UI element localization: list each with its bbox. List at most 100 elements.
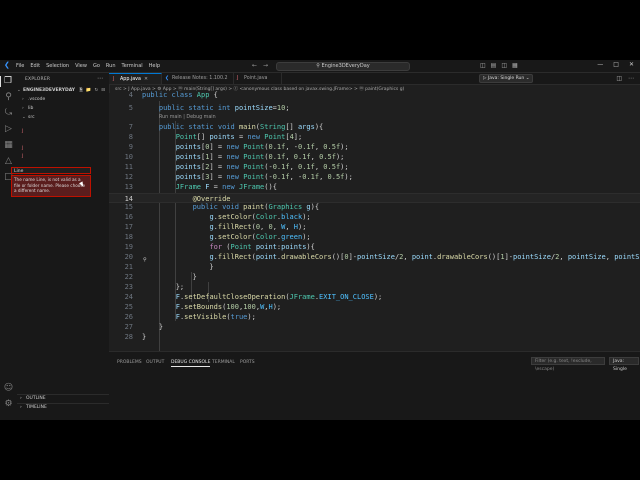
java-run-button[interactable]: ▷ Java: Single Run ⌄ [479, 74, 534, 83]
code-line: 27 } [124, 323, 164, 331]
debug-session-select[interactable]: Java: Single [609, 357, 639, 372]
editor-tabs: J App.java ✕ ❮ Release Notes: 1.100.2 J Poin… [109, 73, 640, 85]
tab-release-notes[interactable]: ❮ Release Notes: 1.100.2 [161, 73, 234, 84]
menu-go[interactable]: Go [93, 63, 100, 69]
extensions-icon[interactable]: ▦ [3, 140, 14, 151]
menu-terminal[interactable]: Terminal [122, 63, 143, 69]
vscode-file-icon: ❮ [165, 76, 170, 81]
source-control-icon[interactable]: ⤿ [3, 108, 14, 119]
code-editor[interactable]: 4 public class App { 5 public static int … [109, 91, 640, 351]
activity-bar: ❐ ⚲ ⤿ ▷ ▦ △ □ ☺ ⚙ [0, 73, 18, 420]
tree-item-src[interactable]: ⌄ src [17, 114, 114, 122]
run-debug-icon[interactable]: ▷ [3, 124, 14, 135]
tab-output[interactable]: OUTPUT [146, 360, 164, 365]
outline-label: OUTLINE [26, 396, 46, 401]
search-icon[interactable]: ⚲ [3, 92, 14, 103]
outline-section[interactable]: › OUTLINE [17, 394, 109, 403]
code-line: 16 g.setColor(Color.black); [124, 213, 311, 221]
code-line: 10 points[1] = new Point(0.1f, 0.1f, 0.5… [124, 153, 345, 161]
explorer-icon[interactable]: ❐ [0, 76, 15, 87]
title-bar: ❮ File Edit Selection View Go Run Termin… [0, 60, 640, 73]
code-line: 21 } [124, 263, 214, 271]
project-root[interactable]: ⌄ ENGINE3DEVERYDAY 🗎 📁 ↻ ⊟ [17, 87, 109, 95]
code-line: 9 points[0] = new Point(0.1f, -0.1f, 0.5… [128, 143, 349, 151]
rename-error-message: The name Line, is not valid as a file or… [11, 175, 91, 197]
tab-debug-console[interactable]: DEBUG CONSOLE [171, 360, 211, 367]
tab-label: Release Notes: 1.100.2 [172, 76, 228, 81]
more-actions-icon[interactable]: ⋯ [628, 75, 634, 82]
project-name: ENGINE3DEVERYDAY [23, 88, 76, 93]
menu-help[interactable]: Help [149, 63, 160, 69]
account-icon[interactable]: ☺ [3, 383, 14, 394]
timeline-section[interactable]: › TIMELINE [17, 403, 109, 412]
maximize-icon[interactable]: □ [613, 61, 619, 68]
code-line: 24 F.setDefaultCloseOperation(JFrame.EXI… [124, 293, 383, 301]
command-center-search[interactable]: ⚲ Engine3DEveryDay [276, 62, 410, 71]
window-controls: — □ ✕ [597, 61, 634, 68]
tab-point-java[interactable]: J Point.java [233, 73, 282, 84]
tree-item-label: src [28, 115, 35, 120]
split-editor-icon[interactable]: ◫ [616, 75, 622, 82]
layout-controls: ◫ ▤ ◫ ▦ [480, 62, 518, 69]
more-actions-icon[interactable]: ⋯ [97, 75, 103, 82]
code-line: 19 for (Point point:points){ [124, 243, 315, 251]
toggle-secondary-sidebar-icon[interactable]: ◫ [501, 62, 507, 69]
tab-ports[interactable]: PORTS [240, 360, 255, 365]
tree-item-hidden-3[interactable]: J [17, 153, 28, 161]
code-line: 4 public class App { [128, 91, 218, 99]
tree-item-label: .vscode [28, 97, 46, 102]
toggle-panel-icon[interactable]: ▤ [491, 62, 497, 69]
tree-item-hidden[interactable]: J [17, 128, 28, 136]
tab-problems[interactable]: PROBLEMS [117, 360, 142, 365]
tab-label: Point.java [244, 76, 268, 81]
forward-arrow-icon[interactable]: → [263, 62, 268, 69]
back-arrow-icon[interactable]: ← [252, 62, 257, 69]
tree-item-vscode[interactable]: › .vscode [17, 96, 114, 104]
tree-item-lib[interactable]: › lib [17, 105, 114, 113]
tab-app-java[interactable]: J App.java ✕ [109, 73, 162, 84]
code-line: 22 } [124, 273, 197, 281]
code-line: 7 public static void main(String[] args)… [128, 123, 324, 131]
refresh-icon[interactable]: ↻ [94, 87, 98, 95]
customize-layout-icon[interactable]: ▦ [512, 62, 518, 69]
rename-input[interactable]: Line [11, 167, 91, 174]
tree-item-label: lib [28, 106, 34, 111]
code-line: 23 }; [124, 283, 185, 291]
debug-console-filter-input[interactable]: Filter (e.g. text, !exclude, \escape) [531, 357, 605, 372]
code-line: 13 JFrame F = new JFrame(){ [124, 183, 277, 191]
menu-bar: File Edit Selection View Go Run Terminal… [16, 60, 160, 72]
java-file-icon: J [113, 77, 115, 82]
settings-gear-icon[interactable]: ⚙ [3, 399, 14, 410]
collapse-all-icon[interactable]: ⊟ [101, 87, 105, 95]
timeline-label: TIMELINE [26, 405, 47, 410]
new-folder-icon[interactable]: 📁 [86, 87, 92, 95]
explorer-sidebar: EXPLORER ⋯ ⌄ ENGINE3DEVERYDAY 🗎 📁 ↻ ⊟ › .v… [17, 73, 110, 420]
tab-terminal[interactable]: TERMINAL [212, 360, 235, 365]
code-line: 8 Point[] points = new Point[4]; [128, 133, 303, 141]
java-file-icon: J [237, 76, 239, 81]
toggle-sidebar-icon[interactable]: ◫ [480, 62, 486, 69]
close-tab-icon[interactable]: ✕ [144, 77, 148, 82]
menu-view[interactable]: View [75, 63, 87, 69]
code-line: 11 points[2] = new Point(-0.1f, 0.1f, 0.… [124, 163, 349, 171]
explorer-header: EXPLORER [25, 77, 51, 82]
new-file-icon[interactable]: 🗎 [79, 87, 83, 95]
java-file-icon: J [22, 129, 24, 134]
menu-edit[interactable]: Edit [30, 63, 40, 69]
testing-icon[interactable]: △ [3, 156, 14, 167]
menu-file[interactable]: File [16, 63, 24, 69]
code-line: 26 F.setVisible(true); [124, 313, 256, 321]
chevron-down-icon: ⌄ [525, 76, 530, 81]
lightbulb-icon[interactable]: ⚲ [143, 257, 147, 263]
menu-selection[interactable]: Selection [46, 63, 69, 69]
workspace-name: Engine3DEveryDay [321, 63, 370, 69]
bottom-panel: PROBLEMS OUTPUT DEBUG CONSOLE TERMINAL P… [109, 351, 640, 420]
run-debug-codelens[interactable]: Run main | Debug main [159, 114, 216, 122]
tree-item-hidden-2[interactable]: J [17, 145, 28, 153]
minimize-icon[interactable]: — [597, 61, 603, 68]
menu-run[interactable]: Run [106, 63, 116, 69]
project-actions: 🗎 📁 ↻ ⊟ [79, 87, 105, 95]
editor-actions: ◫ ⋯ [616, 75, 634, 82]
code-line: 5 public static int pointSize=10; [128, 104, 290, 112]
close-icon[interactable]: ✕ [629, 61, 634, 68]
